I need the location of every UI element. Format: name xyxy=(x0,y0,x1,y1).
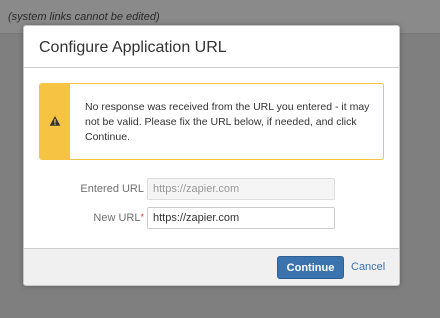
continue-button[interactable]: Continue xyxy=(277,256,344,279)
warning-message: No response was received from the URL yo… xyxy=(39,83,384,160)
new-url-label: New URL* xyxy=(39,212,144,224)
entered-url-label: Entered URL xyxy=(39,183,144,195)
warning-icon xyxy=(49,116,61,126)
dialog-footer: Continue Cancel xyxy=(24,248,399,285)
warning-text: No response was received from the URL yo… xyxy=(85,101,370,143)
background-note: (system links cannot be edited) xyxy=(8,11,160,23)
entered-url-label-text: Entered URL xyxy=(80,183,144,195)
dialog-title: Configure Application URL xyxy=(39,39,227,56)
cancel-link[interactable]: Cancel xyxy=(351,261,385,273)
entered-url-field xyxy=(147,178,335,200)
required-indicator: * xyxy=(140,212,144,222)
new-url-field[interactable] xyxy=(147,207,335,229)
page: (system links cannot be edited) Configur… xyxy=(0,0,440,318)
dialog-header: Configure Application URL xyxy=(24,26,399,68)
new-url-label-text: New URL xyxy=(93,212,141,224)
configure-url-dialog: Configure Application URL No response wa… xyxy=(23,25,400,286)
